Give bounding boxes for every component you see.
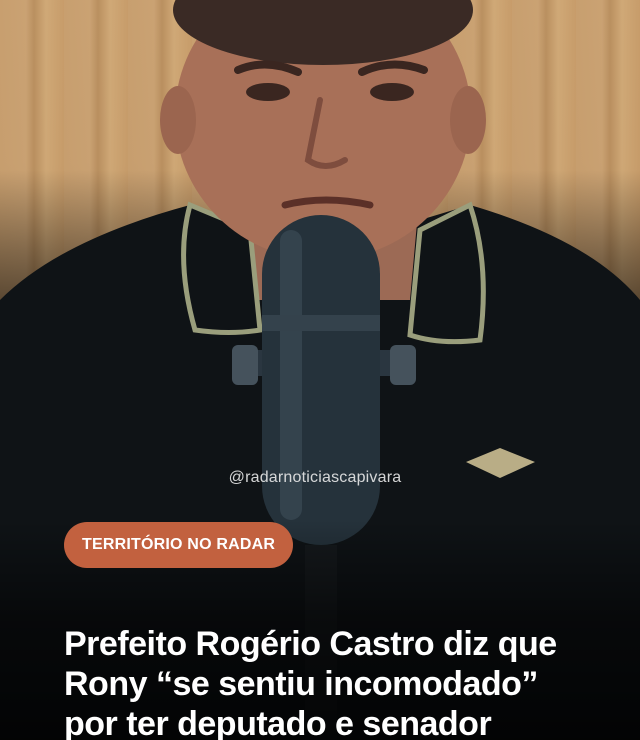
headline-line-1: Prefeito Rogério Castro diz que bbox=[64, 625, 557, 663]
right-eye bbox=[370, 83, 414, 101]
headline-line-2: Rony “se sentiu incomodado” bbox=[64, 665, 538, 703]
microphone bbox=[262, 215, 380, 545]
right-ear bbox=[450, 86, 486, 154]
headline: Prefeito Rogério Castro diz que Rony “se… bbox=[64, 624, 584, 740]
left-eye bbox=[246, 83, 290, 101]
headline-line-3: por ter deputado e senador bbox=[64, 705, 492, 740]
mic-mount-left bbox=[232, 345, 258, 385]
watermark-handle: @radarnoticiascapivara bbox=[228, 469, 402, 486]
left-ear bbox=[160, 86, 196, 154]
news-post-image: @radarnoticiascapivara TERRITÓRIO NO RAD… bbox=[0, 0, 640, 740]
mic-mount-right bbox=[390, 345, 416, 385]
mic-band bbox=[262, 315, 380, 331]
category-tag: TERRITÓRIO NO RADAR bbox=[64, 522, 294, 568]
